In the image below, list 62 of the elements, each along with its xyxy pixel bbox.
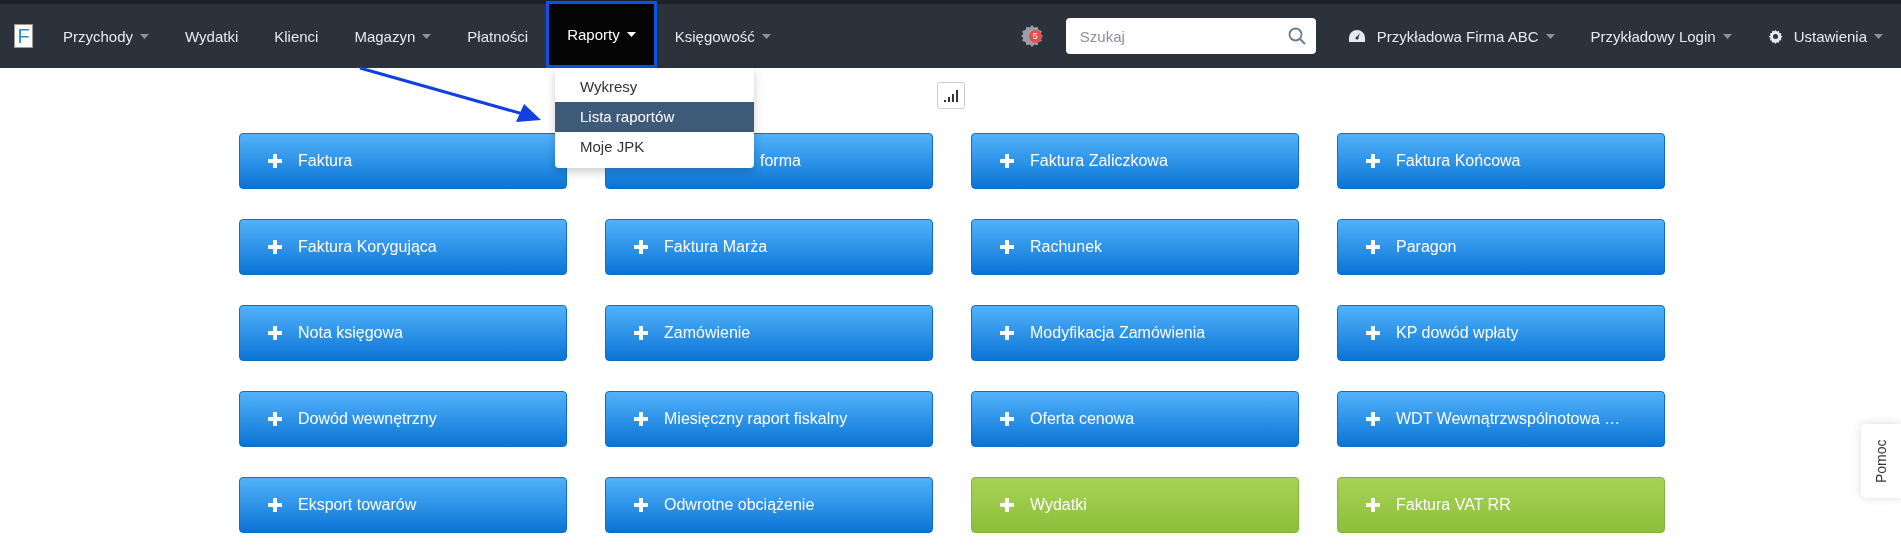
help-tab[interactable]: Pomoc (1861, 424, 1901, 498)
new-document-button[interactable]: Faktura Końcowa (1337, 133, 1665, 189)
plus-icon (1000, 498, 1014, 512)
new-document-button[interactable]: Zamówienie (605, 305, 933, 361)
plus-icon (268, 326, 282, 340)
chart-button[interactable] (936, 82, 965, 109)
new-document-button[interactable]: Odwrotne obciążenie (605, 477, 933, 533)
nav-menu-item[interactable]: Płatności (449, 4, 547, 68)
new-document-button[interactable]: Nota księgowa (239, 305, 567, 361)
new-document-button[interactable]: Faktura (239, 133, 567, 189)
nav-menu-item[interactable]: Raporty (546, 1, 657, 68)
plus-icon (268, 498, 282, 512)
new-document-button[interactable]: Faktura Zaliczkowa (971, 133, 1299, 189)
new-document-button[interactable]: WDT Wewnątrzwspólnotowa … (1337, 391, 1665, 447)
plus-icon (634, 240, 648, 254)
plus-icon (634, 498, 648, 512)
settings-menu[interactable]: Ustawienia (1749, 4, 1901, 68)
nav-menu-item[interactable]: Magazyn (336, 4, 450, 68)
plus-icon (1000, 240, 1014, 254)
caret-icon (1874, 33, 1883, 39)
new-document-button[interactable]: Eksport towarów (239, 477, 567, 533)
login-menu[interactable]: Przykładowy Login (1572, 4, 1750, 68)
dropdown-item[interactable]: Lista raportów (555, 102, 754, 132)
plus-icon (1366, 326, 1380, 340)
nav-menu-item[interactable]: Przychody (45, 4, 168, 68)
caret-icon (1722, 33, 1732, 39)
plus-icon (1000, 326, 1014, 340)
new-document-button[interactable]: Dowód wewnętrzny (239, 391, 567, 447)
dropdown-item[interactable]: Wykresy (555, 72, 754, 102)
plus-icon (634, 412, 648, 426)
plus-icon (1366, 498, 1380, 512)
dashboard-icon (1347, 29, 1366, 43)
caret-icon (1545, 33, 1555, 39)
settings-icon (1767, 28, 1783, 44)
new-document-button[interactable]: KP dowód wpłaty (1337, 305, 1665, 361)
new-document-button[interactable]: Paragon (1337, 219, 1665, 275)
search-field[interactable]: Szukaj (1065, 18, 1316, 54)
nav-menu-item[interactable]: Klienci (256, 4, 337, 68)
plus-icon (1000, 412, 1014, 426)
new-document-button[interactable]: Modyfikacja Zamówienia (971, 305, 1299, 361)
nav-menu-item[interactable]: Księgowość (656, 4, 789, 68)
plus-icon (1366, 240, 1380, 254)
plus-icon (268, 412, 282, 426)
plus-icon (268, 154, 282, 168)
new-document-button[interactable]: Rachunek (971, 219, 1299, 275)
new-document-button[interactable]: Wydatki (971, 477, 1299, 533)
plus-icon (1000, 154, 1014, 168)
plus-icon (268, 240, 282, 254)
new-document-button[interactable]: Faktura VAT RR (1337, 477, 1665, 533)
plus-icon (1366, 154, 1380, 168)
plus-icon (1366, 412, 1380, 426)
new-document-button[interactable]: Oferta cenowa (971, 391, 1299, 447)
new-document-button[interactable]: Faktura Marża (605, 219, 933, 275)
plus-icon (634, 326, 648, 340)
new-document-button[interactable]: Faktura Korygująca (239, 219, 567, 275)
company-menu[interactable]: Przykładowa Firma ABC (1329, 4, 1573, 68)
notification-icon[interactable]: 5 (1019, 24, 1044, 48)
search-icon[interactable] (1287, 27, 1306, 45)
signal-bars-icon (943, 89, 958, 102)
logo[interactable]: F (14, 24, 33, 48)
new-document-button[interactable]: Miesięczny raport fiskalny (605, 391, 933, 447)
nav-menu-item[interactable]: Wydatki (167, 4, 257, 68)
